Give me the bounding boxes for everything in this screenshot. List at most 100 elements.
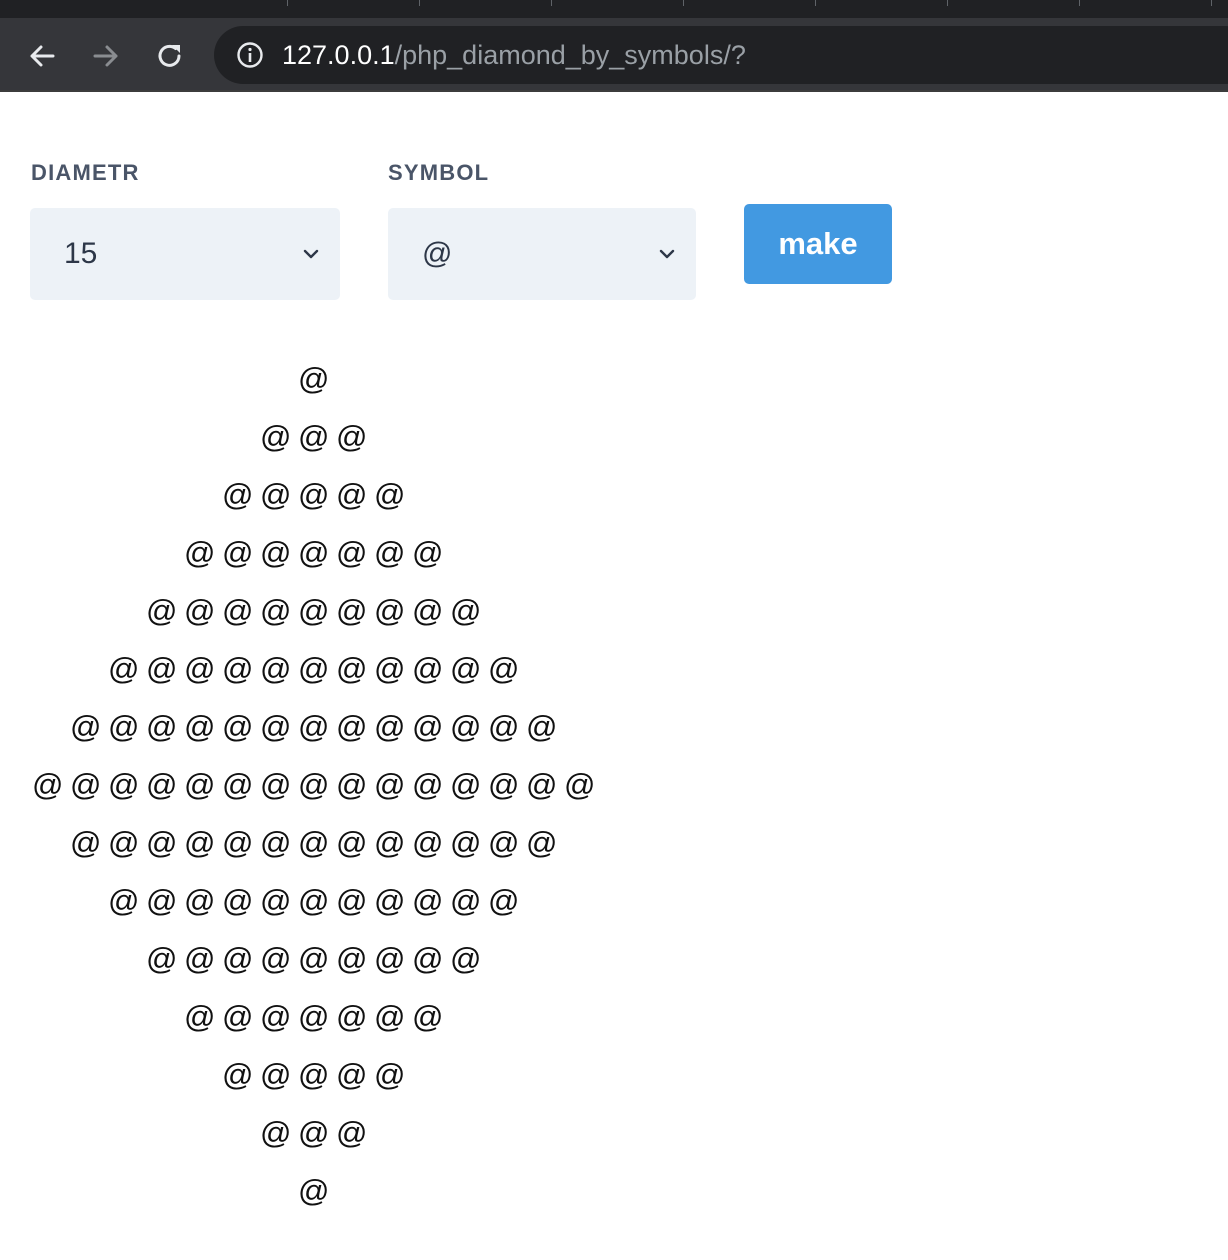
diamond-symbol: @ [450, 825, 482, 860]
diamond-symbol: @ [146, 651, 178, 686]
diamond-symbol: @ [336, 651, 368, 686]
tab-divider [1079, 0, 1080, 6]
diamond-symbol: @ [374, 883, 406, 918]
info-icon[interactable] [236, 41, 264, 69]
diamond-symbol: @ [412, 825, 444, 860]
diamond-symbol: @ [298, 941, 330, 976]
diamond-symbol: @ [336, 1115, 368, 1150]
diamond-symbol: @ [336, 825, 368, 860]
diamond-symbol: @ [108, 767, 140, 802]
diamond-symbol: @ [260, 941, 292, 976]
diamond-row: @ @ @ [260, 408, 374, 466]
diamond-symbol: @ [222, 535, 254, 570]
diamond-row: @ @ @ @ @ @ @ [184, 524, 450, 582]
arrow-right-icon [93, 45, 118, 67]
diamond-symbol: @ [374, 651, 406, 686]
diamond-row: @ [298, 1162, 336, 1220]
diamond-row: @ @ @ @ @ @ @ @ @ @ @ @ @ [70, 814, 564, 872]
diamond-symbol: @ [260, 419, 292, 454]
chevron-down-icon [303, 249, 319, 259]
diametr-selected-value: 15 [64, 237, 98, 270]
diamond-symbol: @ [450, 883, 482, 918]
diamond-symbol: @ [298, 1173, 330, 1208]
diamond-symbol: @ [412, 593, 444, 628]
diamond-symbol: @ [108, 883, 140, 918]
diamond-symbol: @ [412, 535, 444, 570]
diamond-symbol: @ [564, 767, 596, 802]
diamond-row: @ @ @ [260, 1104, 374, 1162]
diamond-symbol: @ [488, 767, 520, 802]
diamond-symbol: @ [146, 941, 178, 976]
diamond-symbol: @ [450, 941, 482, 976]
diamond-row: @ @ @ @ @ @ @ @ @ @ @ [108, 872, 526, 930]
diamond-symbol: @ [298, 361, 330, 396]
diamond-symbol: @ [374, 535, 406, 570]
chevron-down-icon [659, 249, 675, 259]
forward-button[interactable] [84, 34, 128, 78]
diamond-symbol: @ [450, 593, 482, 628]
diamond-symbol: @ [70, 767, 102, 802]
reload-button[interactable] [148, 34, 192, 78]
diamond-symbol: @ [184, 535, 216, 570]
tab-divider [683, 0, 684, 6]
diamond-symbol: @ [260, 651, 292, 686]
diamond-row: @ @ @ @ @ @ @ [184, 988, 450, 1046]
diamond-symbol: @ [298, 999, 330, 1034]
diamond-symbol: @ [184, 593, 216, 628]
diamond-symbol: @ [260, 1115, 292, 1150]
diamond-symbol: @ [260, 767, 292, 802]
browser-toolbar: 127.0.0.1/php_diamond_by_symbols/? [0, 18, 1228, 92]
diamond-symbol: @ [222, 883, 254, 918]
address-bar[interactable]: 127.0.0.1/php_diamond_by_symbols/? [214, 26, 1228, 84]
diamond-symbol: @ [336, 999, 368, 1034]
diamond-symbol: @ [184, 883, 216, 918]
diamond-row: @ @ @ @ @ [222, 466, 412, 524]
url-text[interactable]: 127.0.0.1/php_diamond_by_symbols/? [282, 26, 746, 84]
tab-divider [419, 0, 420, 6]
symbol-selected-value: @ [422, 237, 453, 270]
diamond-symbol: @ [70, 709, 102, 744]
diamond-symbol: @ [222, 941, 254, 976]
diamond-symbol: @ [184, 651, 216, 686]
diamond-row: @ @ @ @ @ @ @ @ @ [146, 930, 488, 988]
diamond-symbol: @ [108, 709, 140, 744]
diamond-symbol: @ [222, 651, 254, 686]
diamond-symbol: @ [222, 1057, 254, 1092]
diamond-symbol: @ [336, 767, 368, 802]
symbol-label: SYMBOL [388, 160, 490, 185]
diamond-symbol: @ [488, 709, 520, 744]
diamond-symbol: @ [298, 883, 330, 918]
symbol-select[interactable]: @ [388, 208, 696, 300]
diamond-symbol: @ [184, 767, 216, 802]
reload-icon [158, 44, 181, 67]
diamond-symbol: @ [298, 477, 330, 512]
diamond-symbol: @ [374, 1057, 406, 1092]
diamond-row: @ [298, 350, 336, 408]
diamond-symbol: @ [374, 767, 406, 802]
diamond-symbol: @ [298, 1115, 330, 1150]
diamond-symbol: @ [336, 709, 368, 744]
tab-divider [551, 0, 552, 6]
diamond-symbol: @ [222, 593, 254, 628]
diamond-symbol: @ [108, 825, 140, 860]
diametr-select[interactable]: 15 [30, 208, 340, 300]
make-button[interactable]: make [744, 204, 892, 284]
diamond-symbol: @ [184, 825, 216, 860]
diamond-symbol: @ [412, 883, 444, 918]
tab-divider [1211, 0, 1212, 6]
diamond-symbol: @ [260, 709, 292, 744]
diamond-symbol: @ [336, 883, 368, 918]
diamond-row: @ @ @ @ @ [222, 1046, 412, 1104]
diamond-symbol: @ [146, 709, 178, 744]
diamond-symbol: @ [412, 709, 444, 744]
diamond-symbol: @ [298, 651, 330, 686]
diamond-symbol: @ [488, 825, 520, 860]
url-host: 127.0.0.1 [282, 40, 395, 70]
tab-divider [947, 0, 948, 6]
diamond-symbol: @ [450, 767, 482, 802]
back-button[interactable] [20, 34, 64, 78]
diamond-symbol: @ [488, 651, 520, 686]
diamond-symbol: @ [336, 593, 368, 628]
tab-divider [815, 0, 816, 6]
diamond-symbol: @ [260, 593, 292, 628]
